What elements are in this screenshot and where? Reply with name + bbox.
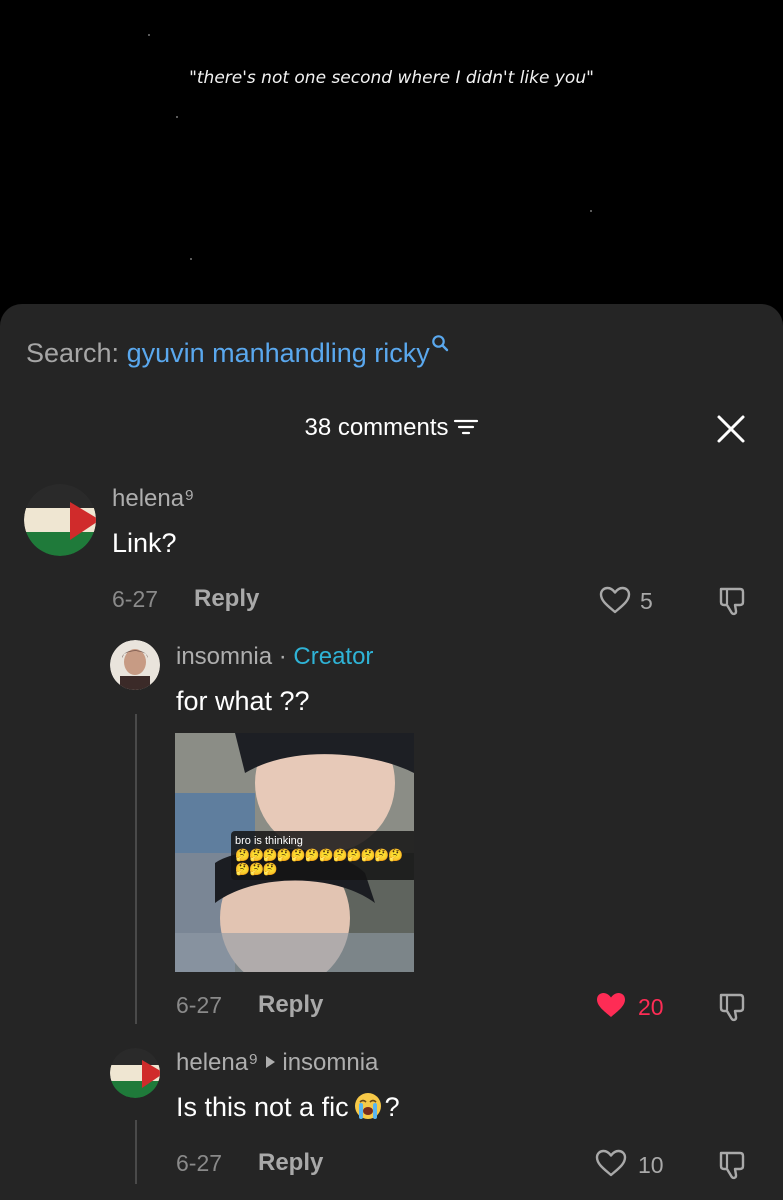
search-prefix: Search: [26,338,120,368]
avatar[interactable] [110,1048,160,1098]
heart-icon[interactable] [594,1148,628,1178]
video-background[interactable]: "there's not one second where I didn't l… [0,0,783,330]
comment-username[interactable]: helena⁹ [112,484,194,514]
background-star [148,34,150,36]
thread-line [135,714,137,1024]
reply-button[interactable]: Reply [258,990,323,1020]
like-count: 5 [640,588,653,614]
dislike-icon[interactable] [716,584,750,618]
avatar[interactable] [110,640,160,690]
comment-username-row: insomnia · Creator [176,642,373,672]
image-caption: bro is thinking 🤔🤔🤔🤔🤔🤔🤔🤔🤔🤔🤔🤔🤔🤔🤔 [231,831,414,880]
comment-text-suffix: ? [384,1092,400,1122]
like-count: 20 [638,994,664,1020]
like-count: 10 [638,1152,664,1178]
comment-text: Is this not a fic [176,1092,349,1122]
avatar[interactable] [24,484,96,556]
background-star [590,210,592,212]
filter-icon[interactable] [453,417,479,437]
reply-arrow-icon [266,1055,276,1068]
comment-text: for what ?? [176,686,310,716]
video-quote-text: "there's not one second where I didn't l… [189,68,594,88]
thinking-emoji-icon: 🤔🤔🤔🤔🤔🤔🤔🤔🤔🤔🤔🤔🤔🤔🤔 [235,848,403,876]
background-star [176,116,178,118]
heart-icon[interactable] [598,585,632,615]
comment-date: 6-27 [176,1150,223,1176]
reply-to-username[interactable]: insomnia [282,1049,378,1076]
dislike-icon[interactable] [716,990,750,1024]
comments-count: 38 comments [304,414,449,441]
reply-button[interactable]: Reply [194,584,259,614]
image-caption-text: bro is thinking [235,835,303,847]
loudly-crying-emoji-icon [354,1092,381,1119]
reply-button[interactable]: Reply [258,1148,323,1178]
name-separator: · [278,643,287,670]
heart-filled-icon[interactable] [594,990,628,1020]
search-query[interactable]: gyuvin manhandling ricky [127,338,430,368]
comments-count-header: 38 comments [0,410,783,446]
thread-line [135,1120,137,1184]
comment-image[interactable]: bro is thinking 🤔🤔🤔🤔🤔🤔🤔🤔🤔🤔🤔🤔🤔🤔🤔 [175,733,414,972]
creator-badge: Creator [293,643,374,670]
close-icon[interactable] [714,412,748,446]
search-icon [431,335,448,352]
related-search-link[interactable]: Search: gyuvin manhandling ricky [26,335,449,370]
comment-text-row: Is this not a fic ? [176,1090,400,1124]
comment-username[interactable]: helena⁹ [176,1049,258,1076]
comment-username[interactable]: insomnia [176,643,272,670]
comments-sheet: Search: gyuvin manhandling ricky 38 comm… [0,304,783,1200]
comment-date: 6-27 [176,992,223,1018]
background-star [190,258,192,260]
comment-date: 6-27 [112,586,159,612]
comment-username-row: helena⁹ insomnia [176,1048,378,1078]
dislike-icon[interactable] [716,1148,750,1182]
comment-text: Link? [112,528,177,558]
